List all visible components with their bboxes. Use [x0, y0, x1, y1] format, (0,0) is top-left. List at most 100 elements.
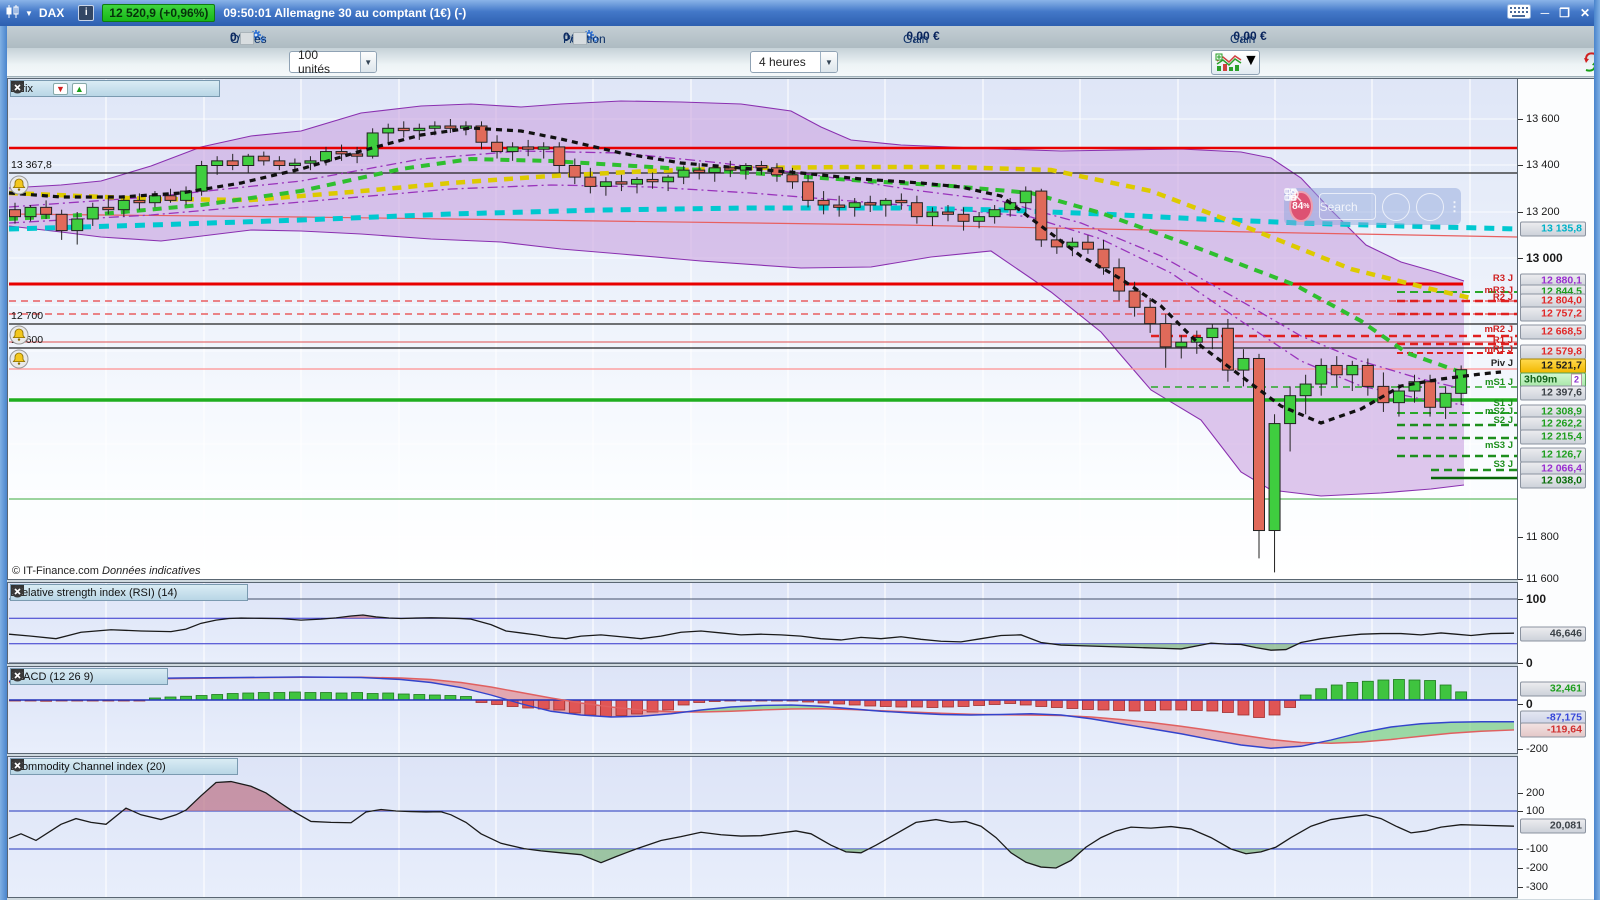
pivot-label: mR2 J [1484, 324, 1513, 335]
axis-tick-label: -100 [1526, 843, 1549, 855]
pivot-label: S2 J [1493, 415, 1513, 426]
candle [1019, 190, 1032, 204]
candle [1253, 357, 1265, 532]
axis-value-badge: 12 668,5 [1520, 324, 1586, 340]
level-label: 13 367,8 [11, 159, 52, 171]
units-dropdown[interactable]: 100 unités ▼ [289, 48, 377, 76]
candle [802, 181, 815, 201]
macd-histogram-bar [1113, 699, 1125, 711]
apps-grid-icon[interactable] [1284, 188, 1410, 221]
cci-panel[interactable]: Commodity Channel index (20) [7, 756, 1518, 898]
macd-histogram-bar [1455, 691, 1468, 701]
arrow-up-icon[interactable]: ▲ [71, 82, 87, 95]
candle [1221, 327, 1234, 371]
candle [522, 146, 535, 150]
macd-panel[interactable]: MACD (12 26 9) [7, 666, 1518, 754]
close-button[interactable]: ✕ [1580, 6, 1590, 20]
candle [226, 160, 239, 167]
candle [786, 174, 799, 183]
alarm-bell-icon[interactable] [9, 349, 29, 369]
candle [1159, 323, 1172, 348]
axis-tick-label: 100 [1526, 592, 1547, 606]
candle [755, 165, 768, 169]
price-chart: R3 JmR3 JR2 JmR2 JR1 JmR1 JPiv JmS1 JS1 … [8, 79, 1517, 579]
candle [273, 160, 286, 167]
axis-value-badge: 13 135,8 [1520, 221, 1586, 237]
timeframe-dropdown[interactable]: 4 heures ▼ [750, 51, 838, 73]
search-overlay[interactable]: 84% Search ⋮ [1284, 188, 1461, 225]
search-input[interactable]: Search [1289, 189, 1376, 220]
axis-tick-label: 200 [1526, 787, 1545, 799]
left-scroll-strip [0, 26, 7, 900]
arrow-down-icon[interactable]: ▼ [52, 82, 68, 95]
axis-value-badge: 12 521,7 [1520, 358, 1586, 374]
units-dropdown-caret[interactable]: ▼ [359, 52, 376, 72]
macd-histogram-bar [366, 693, 379, 701]
candle [304, 160, 317, 164]
minimize-button[interactable]: ─ [1541, 6, 1550, 20]
instrument-name[interactable]: DAX [39, 6, 64, 20]
candle [413, 127, 426, 132]
macd-histogram-bar [848, 699, 861, 706]
macd-histogram-bar [911, 699, 923, 708]
candle [164, 195, 177, 201]
candle [1268, 423, 1281, 532]
macd-histogram-bar [1424, 680, 1436, 701]
candle [117, 199, 130, 211]
orders-box-icon[interactable] [239, 32, 254, 45]
pivot-label: S3 J [1493, 459, 1513, 470]
pivot-label: Piv J [1491, 358, 1513, 369]
macd-histogram-bar [957, 699, 970, 707]
price-panel-header: Prix ▼ ▲ [10, 80, 220, 97]
bollinger-band [9, 101, 1464, 496]
candle [24, 206, 37, 218]
maximize-button[interactable]: ❐ [1559, 6, 1570, 20]
candle [895, 199, 908, 204]
macd-histogram-bar [973, 699, 985, 706]
candle [335, 151, 348, 155]
candle [553, 146, 566, 166]
keyboard-icon[interactable] [1506, 4, 1531, 22]
candle [568, 165, 581, 178]
candle [242, 155, 255, 166]
indicator-dropdown-caret[interactable]: ▼ [1243, 52, 1259, 73]
axis-tick-mark [1518, 704, 1523, 705]
alarm-bell-icon[interactable] [9, 325, 29, 345]
price-axis: 13 600 13 400 13 200 13 000 11 800 11 600 100 0… [1518, 78, 1594, 899]
position-box-icon[interactable] [572, 32, 587, 45]
document-history-icon[interactable] [1286, 188, 1444, 221]
orders-position-bar: Ordres : 0/ 0 Position : 0/ 0 Gain laten… [0, 26, 1600, 60]
rsi-panel[interactable]: Relative strength index (RSI) (14) [7, 582, 1518, 664]
timeframe-dropdown-caret[interactable]: ▼ [820, 52, 837, 72]
candle [848, 202, 861, 208]
alarm-bell-icon[interactable] [9, 175, 29, 195]
candle [1237, 357, 1250, 371]
macd-histogram-bar [242, 692, 255, 701]
axis-tick-mark [1518, 811, 1523, 812]
candle [1315, 364, 1328, 385]
add-indicator-button[interactable]: ▼ [1211, 50, 1260, 75]
info-icon[interactable]: i [78, 5, 95, 21]
cci-title: Commodity Channel index (20) [14, 760, 166, 773]
candle [133, 199, 146, 204]
axis-tick-label: 13 400 [1526, 159, 1560, 171]
candle [40, 206, 53, 215]
pivot-label: mS3 J [1485, 440, 1513, 451]
macd-histogram-bar [257, 692, 270, 701]
instrument-dropdown-caret[interactable]: ▼ [25, 9, 33, 18]
axis-tick-mark [1518, 793, 1523, 794]
candle [599, 181, 612, 187]
overlay-menu-dots[interactable]: ⋮ [1448, 199, 1461, 215]
candle [366, 132, 379, 157]
macd-histogram-bar [1377, 679, 1390, 701]
price-chart-panel[interactable]: R3 JmR3 J R2 JmR2 J R1 JmR1 J Piv JmS1 J S1 … [7, 78, 1518, 580]
axis-tick-label: 11 800 [1526, 531, 1559, 543]
candle [1455, 369, 1468, 394]
macd-histogram-bar [1190, 699, 1203, 711]
trading-window: ▼ DAX i 12 520,9 (+0,96%) 09:50:01 Allem… [0, 0, 1600, 900]
macd-line [8, 676, 1514, 749]
candle [1424, 381, 1437, 408]
pivot-label: mS1 J [1485, 377, 1513, 388]
axis-value-badge: 12 126,7 [1520, 447, 1586, 463]
candle [71, 218, 84, 232]
